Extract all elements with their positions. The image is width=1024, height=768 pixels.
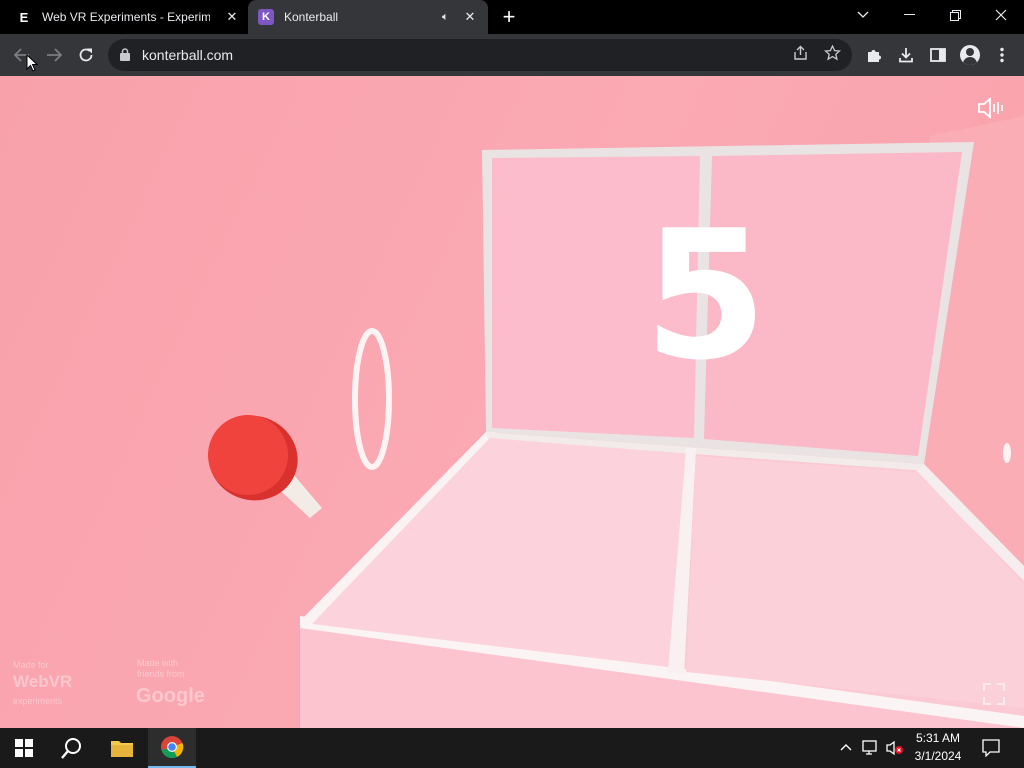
action-center-icon[interactable] — [982, 739, 1000, 760]
network-icon[interactable] — [862, 740, 880, 759]
volume-muted-icon[interactable] — [886, 740, 904, 759]
minimize-button[interactable] — [886, 0, 932, 30]
show-hidden-icons-chevron-icon[interactable] — [840, 739, 852, 754]
sound-toggle-icon[interactable] — [976, 96, 1004, 120]
clock-time[interactable]: 5:31 AM — [910, 731, 966, 745]
ball — [1003, 443, 1011, 463]
file-explorer-icon[interactable] — [98, 728, 146, 768]
profile-avatar-icon[interactable] — [956, 41, 984, 69]
konterball-game-canvas[interactable]: 5 Made for WebVR experiments Made with f… — [0, 76, 1024, 728]
konterball-favicon-icon: K — [258, 9, 274, 25]
google-credit-line2: friends from — [137, 669, 185, 679]
google-credit-line1: Made with — [137, 658, 179, 668]
webvr-credit-line2: experiments — [13, 696, 63, 706]
share-icon[interactable] — [792, 45, 809, 65]
clock-date[interactable]: 3/1/2024 — [910, 749, 966, 763]
new-tab-button[interactable]: + — [498, 5, 520, 29]
chrome-menu-icon[interactable] — [988, 41, 1016, 69]
address-bar[interactable]: konterball.com — [108, 39, 852, 71]
close-tab-icon[interactable]: ✕ — [222, 9, 242, 25]
google-credit-brand[interactable]: Google — [136, 686, 205, 706]
bookmark-star-icon[interactable] — [823, 44, 842, 65]
webvr-credit-line1: Made for — [13, 660, 49, 670]
tab-konterball[interactable]: K Konterball 🔈︎ ✕ — [248, 0, 488, 34]
tab-strip: E Web VR Experiments - Experiments with … — [0, 0, 1024, 34]
search-icon[interactable] — [48, 728, 96, 768]
tab-title: Web VR Experiments - Experiments with Go… — [42, 10, 210, 24]
forward-button[interactable] — [40, 41, 68, 69]
start-button-windows-icon[interactable] — [0, 728, 48, 768]
restore-button[interactable] — [932, 0, 978, 30]
downloads-icon[interactable] — [892, 41, 920, 69]
close-tab-icon[interactable]: ✕ — [460, 9, 480, 25]
mouse-cursor-icon — [26, 53, 39, 72]
score-counter: 5 — [643, 192, 768, 399]
windows-taskbar: 5:31 AM 3/1/2024 — [0, 728, 1024, 768]
url-text[interactable]: konterball.com — [142, 47, 233, 63]
side-panel-icon[interactable] — [924, 41, 952, 69]
reload-button[interactable] — [72, 41, 100, 69]
webvr-credit-brand[interactable]: WebVR — [13, 672, 72, 692]
experiments-favicon-icon: E — [19, 9, 29, 25]
tab-web-vr-experiments[interactable]: E Web VR Experiments - Experiments with … — [0, 0, 248, 34]
browser-toolbar: konterball.com — [0, 34, 1024, 76]
lock-icon[interactable] — [120, 48, 130, 61]
tab-audio-playing-icon[interactable]: 🔈︎ — [442, 11, 449, 24]
chrome-taskbar-icon[interactable] — [148, 728, 196, 768]
close-window-button[interactable] — [978, 0, 1024, 30]
fullscreen-icon[interactable] — [982, 682, 1006, 706]
tab-title: Konterball — [284, 10, 339, 24]
game-scene — [0, 76, 1024, 728]
tab-search-chevron-icon[interactable] — [840, 0, 886, 30]
extensions-puzzle-icon[interactable] — [860, 41, 888, 69]
